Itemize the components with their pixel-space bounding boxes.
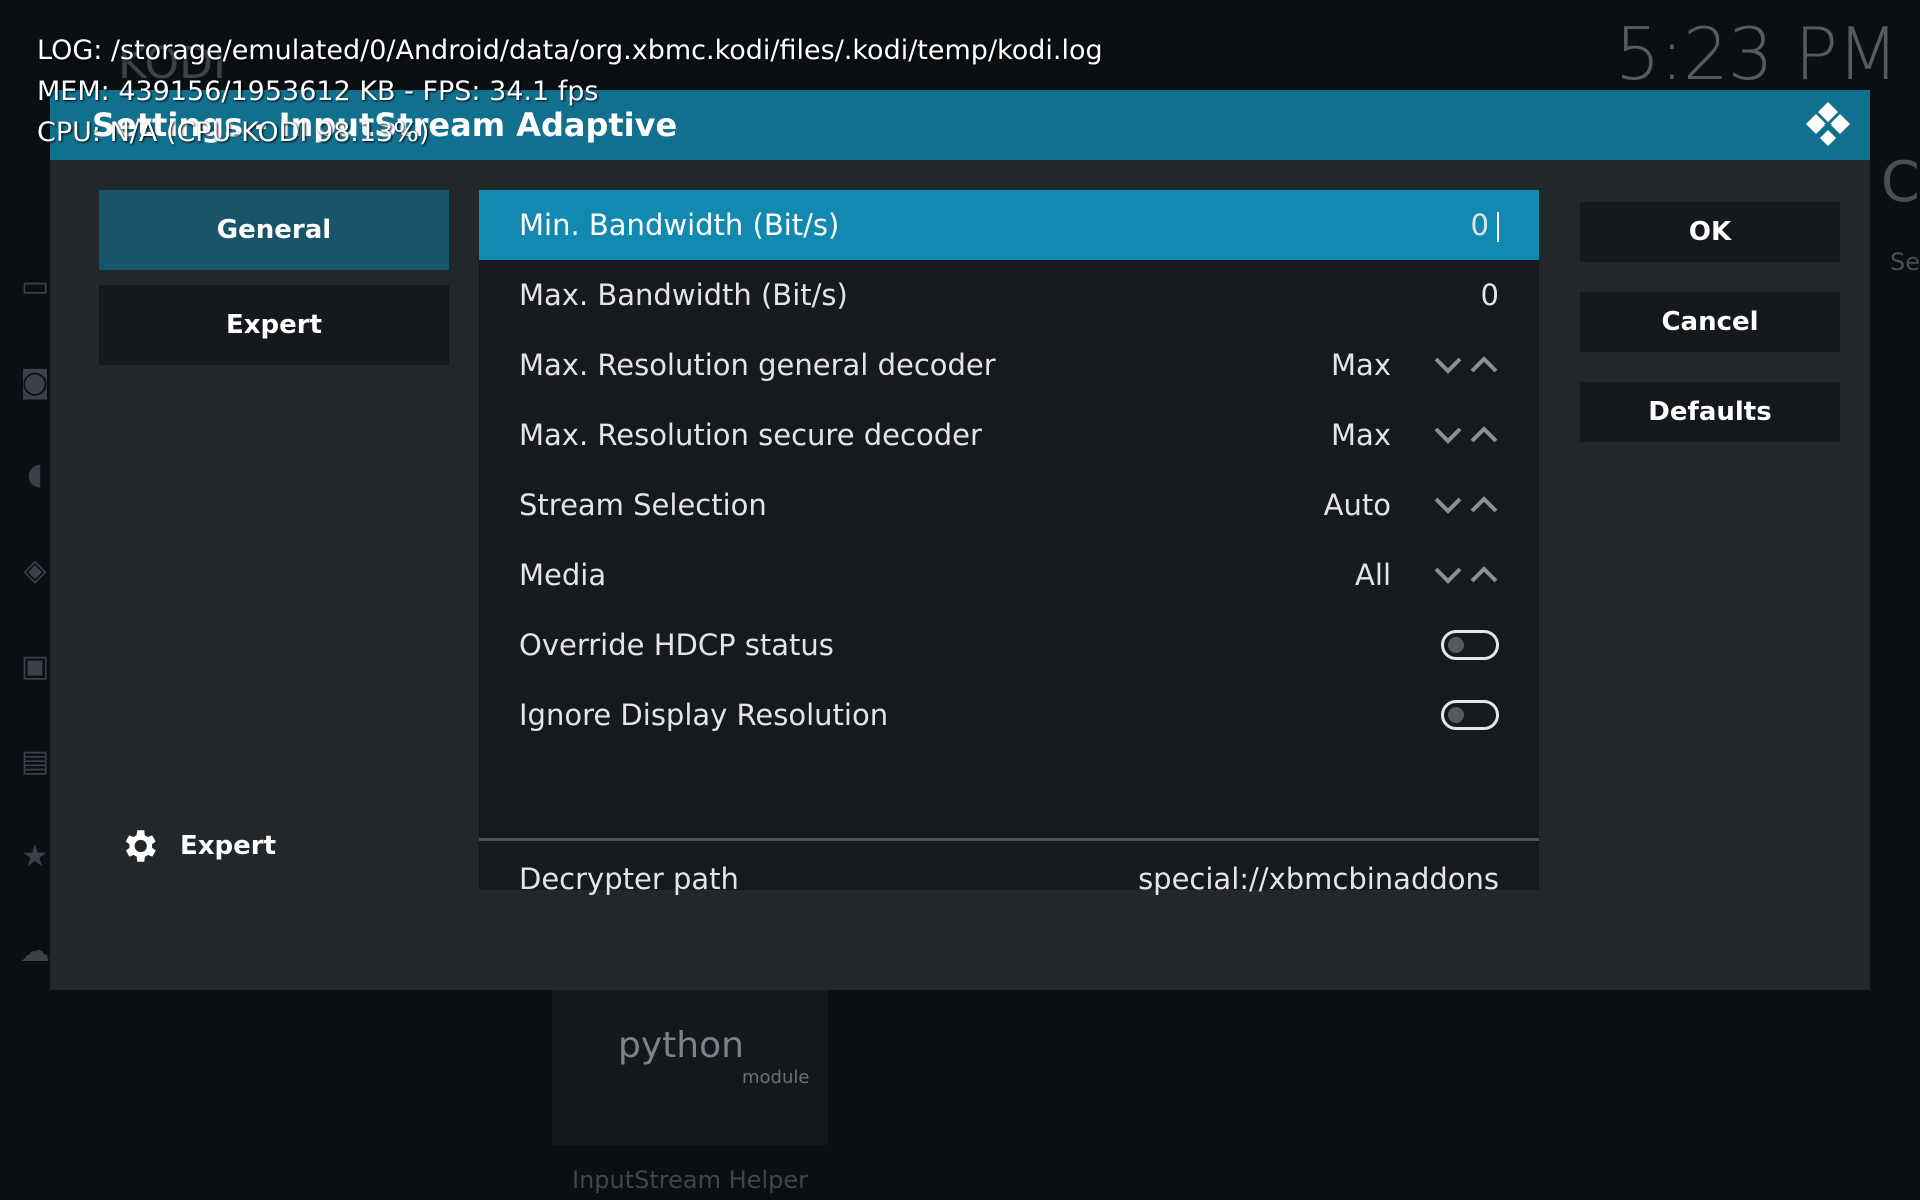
settings-list: Min. Bandwidth (Bit/s) 0 Max. Bandwidth … bbox=[479, 190, 1539, 896]
spinner-arrows-icon[interactable] bbox=[1433, 350, 1499, 380]
debug-memory: MEM: 439156/1953612 KB - FPS: 34.1 fps bbox=[37, 76, 599, 107]
setting-min-bandwidth[interactable]: Min. Bandwidth (Bit/s) 0 bbox=[479, 190, 1539, 260]
category-general-label: General bbox=[216, 215, 332, 245]
settings-level-label: Expert bbox=[180, 831, 277, 861]
defaults-button-label: Defaults bbox=[1648, 397, 1772, 427]
settings-level-button[interactable]: Expert bbox=[118, 825, 276, 867]
setting-stream-selection[interactable]: Stream Selection Auto bbox=[479, 470, 1539, 540]
background-title-fragment: C bbox=[1880, 150, 1920, 215]
gear-icon bbox=[125, 830, 156, 862]
setting-value: Auto bbox=[1323, 488, 1391, 522]
addons-icon: ◈ bbox=[23, 553, 47, 588]
category-general[interactable]: General bbox=[99, 190, 449, 270]
setting-label: Ignore Display Resolution bbox=[519, 698, 889, 732]
toggle-knob bbox=[1448, 637, 1464, 653]
radio-icon: ◙ bbox=[20, 365, 50, 400]
setting-label: Stream Selection bbox=[519, 488, 767, 522]
ignore-display-resolution-toggle[interactable] bbox=[1441, 700, 1499, 730]
setting-value: special://xbmcbinaddons bbox=[1138, 862, 1499, 896]
category-nav: General Expert bbox=[99, 190, 449, 380]
setting-label: Decrypter path bbox=[519, 862, 739, 896]
category-expert[interactable]: Expert bbox=[99, 285, 449, 365]
debug-cpu: CPU: N/A (CPU-KODI 98.13%) bbox=[37, 117, 430, 148]
setting-ignore-display-resolution[interactable]: Ignore Display Resolution bbox=[479, 680, 1539, 750]
kodi-logo-icon bbox=[1806, 102, 1850, 146]
videos-icon: ▤ bbox=[20, 744, 50, 779]
setting-max-resolution-general[interactable]: Max. Resolution general decoder Max bbox=[479, 330, 1539, 400]
clock: 5:23 PM bbox=[1614, 12, 1899, 96]
setting-label: Max. Bandwidth (Bit/s) bbox=[519, 278, 848, 312]
setting-value[interactable]: 0 bbox=[1471, 208, 1499, 242]
setting-label: Max. Resolution secure decoder bbox=[519, 418, 982, 452]
setting-value: All bbox=[1355, 558, 1391, 592]
games-icon: ◖ bbox=[27, 457, 43, 492]
pictures-icon: ▣ bbox=[20, 649, 50, 684]
ok-button-label: OK bbox=[1688, 217, 1732, 247]
python-logo: python bbox=[618, 1025, 744, 1066]
setting-value: 0 bbox=[1480, 278, 1499, 312]
spinner-arrows-icon[interactable] bbox=[1433, 560, 1499, 590]
setting-value: Max bbox=[1331, 348, 1391, 382]
weather-icon: ☁ bbox=[20, 934, 50, 969]
debug-overlay: LOG: /storage/emulated/0/Android/data/or… bbox=[37, 30, 1103, 153]
divider bbox=[479, 838, 1539, 841]
background-subtitle-fragment: Se bbox=[1890, 248, 1920, 276]
python-logo-sub: module bbox=[742, 1067, 810, 1088]
setting-max-bandwidth[interactable]: Max. Bandwidth (Bit/s) 0 bbox=[479, 260, 1539, 330]
override-hdcp-toggle[interactable] bbox=[1441, 630, 1499, 660]
text-cursor bbox=[1497, 212, 1499, 242]
setting-override-hdcp[interactable]: Override HDCP status bbox=[479, 610, 1539, 680]
spinner-arrows-icon[interactable] bbox=[1433, 420, 1499, 450]
setting-decrypter-path[interactable]: Decrypter path special://xbmcbinaddons bbox=[479, 844, 1539, 914]
setting-label: Min. Bandwidth (Bit/s) bbox=[519, 208, 840, 242]
cancel-button[interactable]: Cancel bbox=[1580, 292, 1840, 352]
tv-icon: ▭ bbox=[20, 269, 50, 304]
setting-media[interactable]: Media All bbox=[479, 540, 1539, 610]
background-addon-tile: python module bbox=[552, 975, 828, 1145]
dialog-buttons: OK Cancel Defaults bbox=[1580, 202, 1840, 472]
background-addon-label: InputStream Helper bbox=[572, 1166, 808, 1194]
cancel-button-label: Cancel bbox=[1661, 307, 1759, 337]
debug-log-path: LOG: /storage/emulated/0/Android/data/or… bbox=[37, 35, 1103, 66]
setting-max-resolution-secure[interactable]: Max. Resolution secure decoder Max bbox=[479, 400, 1539, 470]
toggle-knob bbox=[1448, 707, 1464, 723]
setting-label: Max. Resolution general decoder bbox=[519, 348, 996, 382]
spinner-arrows-icon[interactable] bbox=[1433, 490, 1499, 520]
setting-value: Max bbox=[1331, 418, 1391, 452]
setting-label: Override HDCP status bbox=[519, 628, 834, 662]
category-expert-label: Expert bbox=[225, 310, 323, 340]
settings-dialog: Settings - InputStream Adaptive General … bbox=[50, 90, 1870, 990]
ok-button[interactable]: OK bbox=[1580, 202, 1840, 262]
defaults-button[interactable]: Defaults bbox=[1580, 382, 1840, 442]
setting-label: Media bbox=[519, 558, 607, 592]
favourites-icon: ★ bbox=[21, 839, 49, 874]
